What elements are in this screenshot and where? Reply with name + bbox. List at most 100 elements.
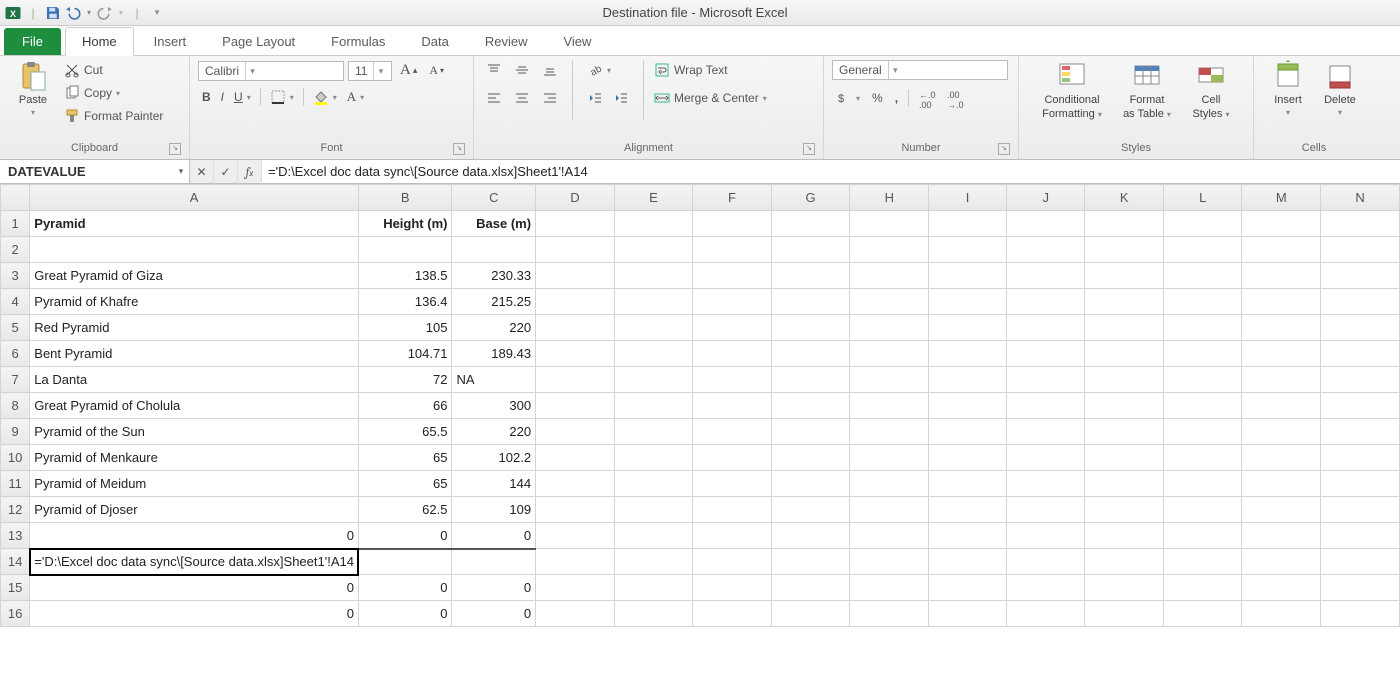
formula-input[interactable]: ='D:\Excel doc data sync\[Source data.xl… xyxy=(262,160,1400,183)
cell-M4[interactable] xyxy=(1242,289,1321,315)
cell-K10[interactable] xyxy=(1085,445,1164,471)
cut-button[interactable]: Cut xyxy=(64,60,163,80)
cell-F10[interactable] xyxy=(693,445,771,471)
cell-K3[interactable] xyxy=(1085,263,1164,289)
font-launcher-icon[interactable]: ↘ xyxy=(453,143,465,155)
cell-F3[interactable] xyxy=(693,263,771,289)
cell-B13[interactable]: 0 xyxy=(358,523,452,549)
cell-M1[interactable] xyxy=(1242,211,1321,237)
cell-B5[interactable]: 105 xyxy=(358,315,452,341)
row-header[interactable]: 12 xyxy=(1,497,30,523)
cell-L6[interactable] xyxy=(1164,341,1242,367)
cell-G4[interactable] xyxy=(771,289,850,315)
cell-H6[interactable] xyxy=(850,341,929,367)
cell-B15[interactable]: 0 xyxy=(358,575,452,601)
cell-C2[interactable] xyxy=(452,237,536,263)
cell-C8[interactable]: 300 xyxy=(452,393,536,419)
cell-K7[interactable] xyxy=(1085,367,1164,393)
cell-B10[interactable]: 65 xyxy=(358,445,452,471)
align-right-button[interactable] xyxy=(538,88,562,108)
cell-A12[interactable]: Pyramid of Djoser xyxy=(30,497,359,523)
cell-K6[interactable] xyxy=(1085,341,1164,367)
cell-N4[interactable] xyxy=(1321,289,1400,315)
cell-J1[interactable] xyxy=(1007,211,1085,237)
decrease-decimal-button[interactable]: .00→.0 xyxy=(943,88,967,108)
cell-B12[interactable]: 62.5 xyxy=(358,497,452,523)
cell-L5[interactable] xyxy=(1164,315,1242,341)
cell-J6[interactable] xyxy=(1007,341,1085,367)
cell-K9[interactable] xyxy=(1085,419,1164,445)
cell-D11[interactable] xyxy=(536,471,615,497)
insert-cells-button[interactable]: Insert ▾ xyxy=(1265,60,1311,117)
cell-H12[interactable] xyxy=(850,497,929,523)
cell-M12[interactable] xyxy=(1242,497,1321,523)
cell-J5[interactable] xyxy=(1007,315,1085,341)
cell-E14[interactable] xyxy=(614,549,693,575)
cell-J10[interactable] xyxy=(1007,445,1085,471)
cell-I13[interactable] xyxy=(929,523,1007,549)
cell-D2[interactable] xyxy=(536,237,615,263)
cell-M7[interactable] xyxy=(1242,367,1321,393)
cell-G11[interactable] xyxy=(771,471,850,497)
row-header[interactable]: 16 xyxy=(1,601,30,627)
cell-E13[interactable] xyxy=(614,523,693,549)
cell-L3[interactable] xyxy=(1164,263,1242,289)
cell-N3[interactable] xyxy=(1321,263,1400,289)
tab-file[interactable]: File xyxy=(4,28,61,55)
column-header-B[interactable]: B xyxy=(358,185,452,211)
cell-G13[interactable] xyxy=(771,523,850,549)
qat-customize-icon[interactable]: ▾ xyxy=(148,4,166,22)
cell-G15[interactable] xyxy=(771,575,850,601)
tab-page-layout[interactable]: Page Layout xyxy=(206,28,311,55)
cell-I3[interactable] xyxy=(929,263,1007,289)
column-header-K[interactable]: K xyxy=(1085,185,1164,211)
cell-B16[interactable]: 0 xyxy=(358,601,452,627)
cell-C4[interactable]: 215.25 xyxy=(452,289,536,315)
cell-A1[interactable]: Pyramid xyxy=(30,211,359,237)
cell-H16[interactable] xyxy=(850,601,929,627)
cell-C1[interactable]: Base (m) xyxy=(452,211,536,237)
align-bottom-button[interactable] xyxy=(538,60,562,80)
cell-J3[interactable] xyxy=(1007,263,1085,289)
cell-F14[interactable] xyxy=(693,549,771,575)
cell-L9[interactable] xyxy=(1164,419,1242,445)
tab-view[interactable]: View xyxy=(547,28,607,55)
font-color-button[interactable]: A▾ xyxy=(343,87,368,107)
cell-M2[interactable] xyxy=(1242,237,1321,263)
cell-E15[interactable] xyxy=(614,575,693,601)
cell-G5[interactable] xyxy=(771,315,850,341)
cell-E1[interactable] xyxy=(614,211,693,237)
cell-I7[interactable] xyxy=(929,367,1007,393)
cell-F2[interactable] xyxy=(693,237,771,263)
cell-M16[interactable] xyxy=(1242,601,1321,627)
cell-F12[interactable] xyxy=(693,497,771,523)
cell-D1[interactable] xyxy=(536,211,615,237)
cell-L12[interactable] xyxy=(1164,497,1242,523)
cell-N2[interactable] xyxy=(1321,237,1400,263)
cell-H1[interactable] xyxy=(850,211,929,237)
cell-F5[interactable] xyxy=(693,315,771,341)
increase-indent-button[interactable] xyxy=(609,88,633,108)
number-format-combo[interactable]: General▾ xyxy=(832,60,1008,80)
comma-format-button[interactable]: , xyxy=(891,89,902,107)
cell-L10[interactable] xyxy=(1164,445,1242,471)
column-header-C[interactable]: C xyxy=(452,185,536,211)
column-header-N[interactable]: N xyxy=(1321,185,1400,211)
cell-N14[interactable] xyxy=(1321,549,1400,575)
row-header[interactable]: 4 xyxy=(1,289,30,315)
tab-home[interactable]: Home xyxy=(65,27,134,56)
cell-E9[interactable] xyxy=(614,419,693,445)
cell-L13[interactable] xyxy=(1164,523,1242,549)
save-icon[interactable] xyxy=(44,4,62,22)
cell-K5[interactable] xyxy=(1085,315,1164,341)
cell-F13[interactable] xyxy=(693,523,771,549)
row-header[interactable]: 7 xyxy=(1,367,30,393)
cell-B6[interactable]: 104.71 xyxy=(358,341,452,367)
cell-M15[interactable] xyxy=(1242,575,1321,601)
cell-A10[interactable]: Pyramid of Menkaure xyxy=(30,445,359,471)
cell-L7[interactable] xyxy=(1164,367,1242,393)
tab-data[interactable]: Data xyxy=(405,28,464,55)
cell-K1[interactable] xyxy=(1085,211,1164,237)
copy-button[interactable]: Copy ▾ xyxy=(64,83,163,103)
row-header[interactable]: 5 xyxy=(1,315,30,341)
